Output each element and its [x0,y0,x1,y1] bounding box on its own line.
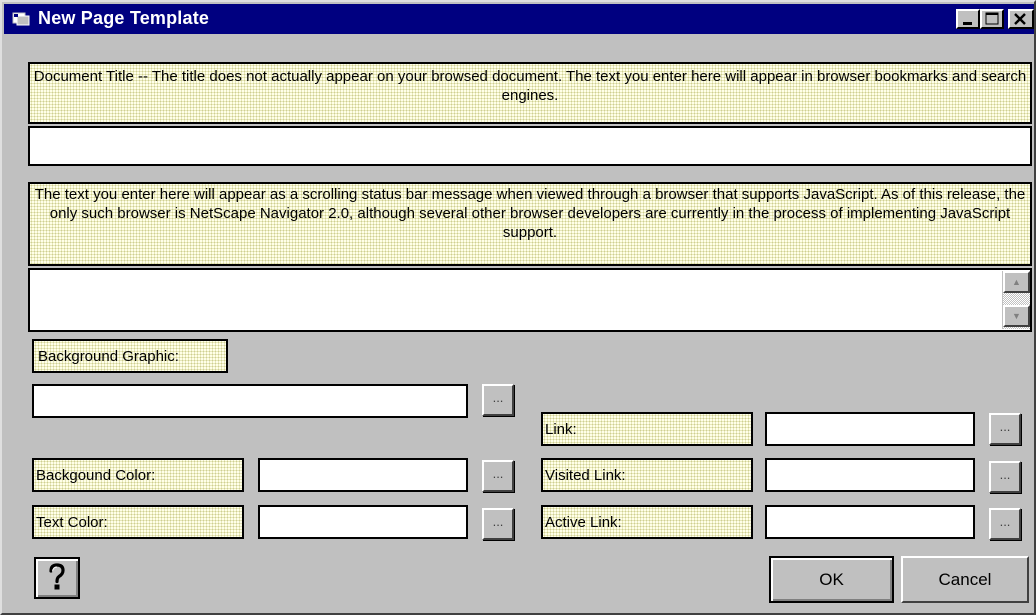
background-graphic-input[interactable] [32,384,468,418]
close-icon [1014,13,1026,25]
active-link-input[interactable] [765,505,975,539]
link-input[interactable] [765,412,975,446]
document-title-input[interactable] [28,126,1032,166]
minimize-icon [963,22,972,25]
status-message-scrollbar[interactable]: ▲ ▼ [1002,271,1030,329]
status-message-description: The text you enter here will appear as a… [28,182,1032,266]
help-button[interactable] [34,557,80,599]
text-color-input[interactable] [258,505,468,539]
title-bar[interactable]: New Page Template [4,4,1034,34]
status-message-textarea[interactable] [30,270,1000,330]
link-browse-button[interactable]: ... [989,413,1021,445]
visited-link-input[interactable] [765,458,975,492]
link-label: Link: [541,412,753,446]
status-message-textarea-frame [28,268,1032,332]
ok-button[interactable]: OK [769,556,894,603]
window-title: New Page Template [38,8,210,28]
visited-link-browse-button[interactable]: ... [989,461,1021,493]
active-link-label: Active Link: [541,505,753,539]
arrow-up-icon: ▲ [1012,277,1021,287]
scroll-up-button[interactable]: ▲ [1003,271,1030,293]
background-color-browse-button[interactable]: ... [482,460,514,492]
background-graphic-browse-button[interactable]: ... [482,384,514,416]
visited-link-label: Visited Link: [541,458,753,492]
question-mark-icon [49,563,65,590]
text-color-browse-button[interactable]: ... [482,508,514,540]
text-color-label: Text Color: [32,505,244,539]
minimize-button[interactable] [956,9,980,29]
document-title-description: Document Title -- The title does not act… [28,62,1032,124]
close-button[interactable] [1008,9,1034,29]
app-icon [12,12,30,26]
cancel-button[interactable]: Cancel [901,556,1029,603]
scroll-down-button[interactable]: ▼ [1003,305,1030,327]
new-page-template-window: New Page Template Document Title -- The … [0,0,1036,615]
maximize-icon [985,12,999,25]
arrow-down-icon: ▼ [1012,311,1021,321]
active-link-browse-button[interactable]: ... [989,508,1021,540]
background-color-label: Backgound Color: [32,458,244,492]
background-graphic-label: Background Graphic: [32,339,228,373]
background-color-input[interactable] [258,458,468,492]
maximize-button[interactable] [980,9,1004,29]
